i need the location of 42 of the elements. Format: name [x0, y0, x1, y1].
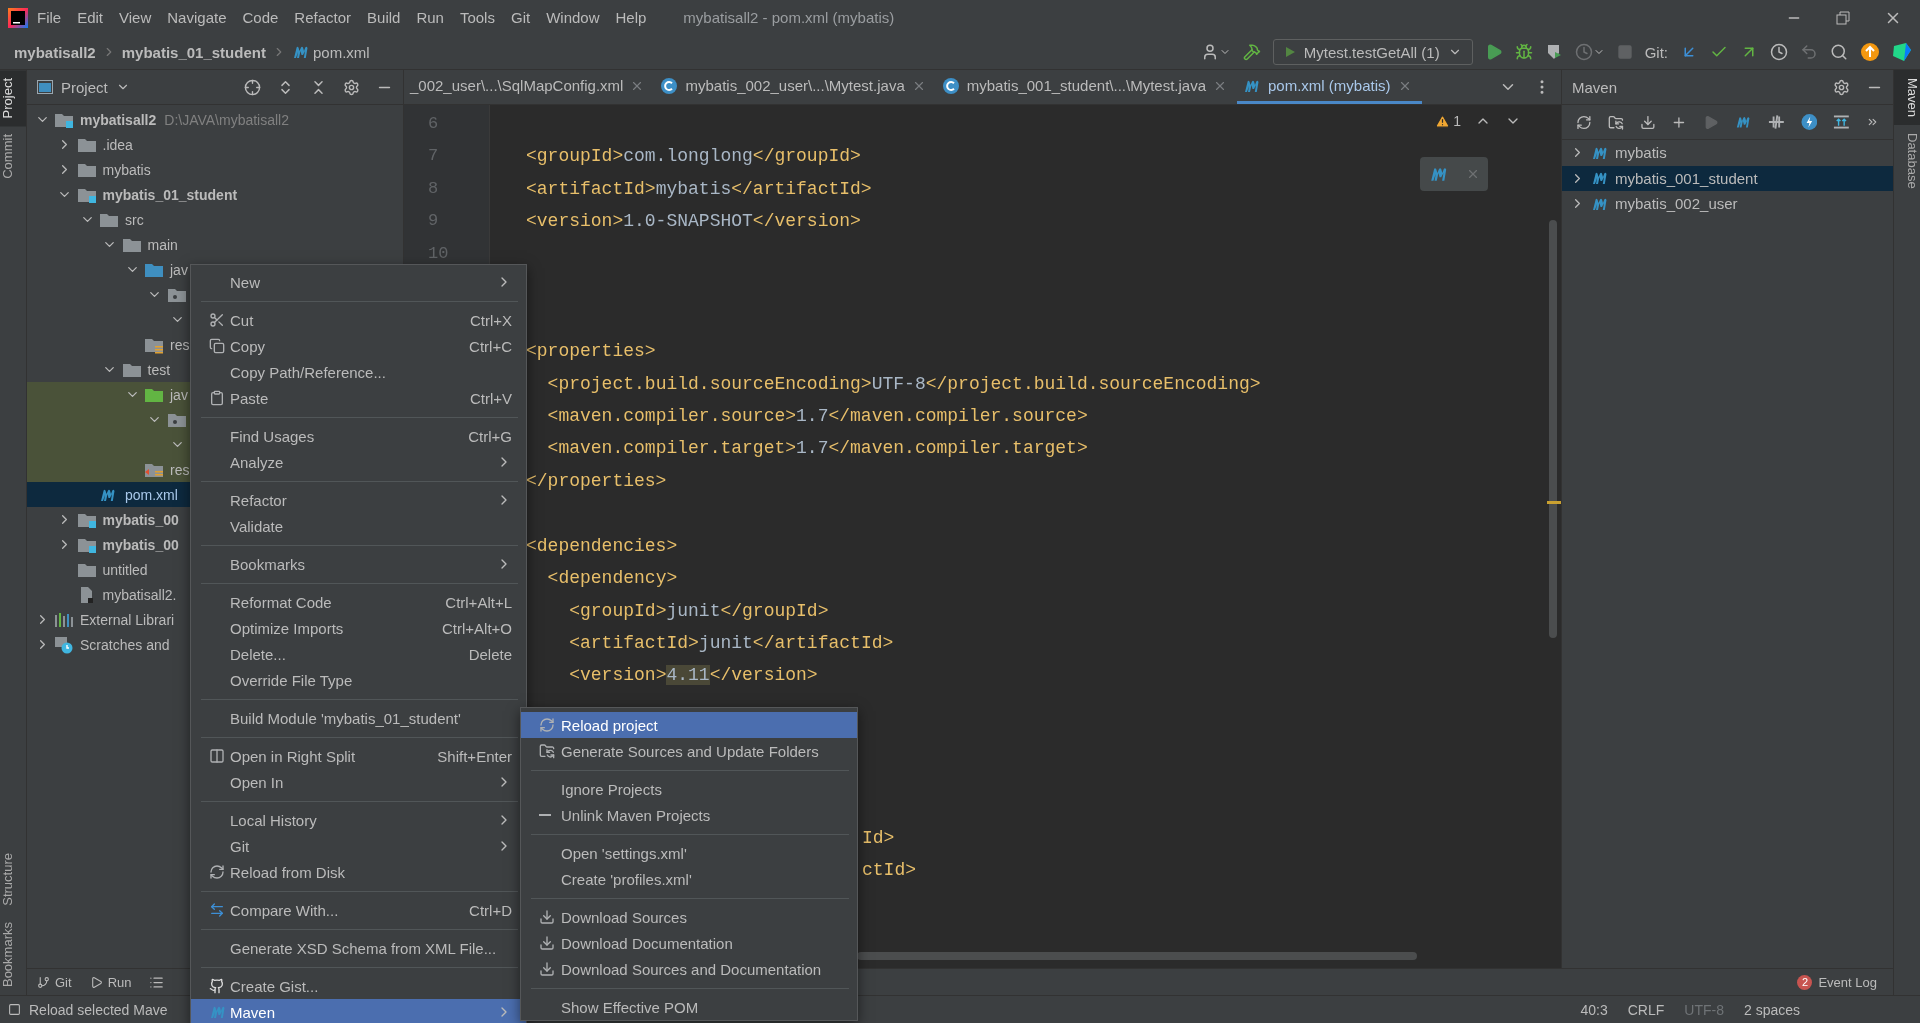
code-line: <maven.compiler.source>1.7</maven.compiler.source> — [546, 404, 1088, 428]
window-title: mybatisall2 - pom.xml (mybatis) — [683, 9, 895, 26]
tree-item-label: res — [170, 336, 190, 353]
tree-item-label: jav — [170, 261, 188, 278]
tree-item-label: Scratches and — [80, 636, 170, 653]
panel-title: Maven — [1572, 78, 1618, 96]
tree-item-label: mybatis — [1615, 144, 1667, 162]
tree-item-label: mybatisall2. — [102, 586, 177, 603]
code-fragment: Id> — [862, 827, 895, 848]
tree-item-label: mybatis_01_student — [102, 186, 238, 203]
code-fragment: ctId> — [862, 860, 916, 881]
code-line: <dependency> — [546, 567, 678, 591]
code-line: </properties> — [526, 469, 667, 493]
tree-item-label: mybatis_00 — [102, 511, 179, 528]
code-line: <groupId>com.longlong</groupId> — [526, 145, 861, 169]
code-line: <version>1.0-SNAPSHOT</version> — [526, 210, 861, 234]
tree-item-label: External Librari — [80, 611, 175, 628]
code-line: <artifactId>mybatis</artifactId> — [526, 177, 872, 201]
code-line: <version>4.11</version> — [568, 664, 818, 688]
tree-item-label: src — [125, 211, 144, 228]
code-line: <properties> — [526, 340, 656, 364]
tree-item-label: mybatis_001_student — [1615, 169, 1758, 187]
tree-item-label: pom.xml — [125, 486, 178, 503]
tree-item-label: jav — [170, 386, 188, 403]
tree-item-label: test — [147, 361, 171, 378]
path-label: D:\JAVA\mybatisall2 — [164, 111, 289, 128]
code-line: <dependencies> — [526, 534, 678, 558]
tree-item-label: mybatis — [102, 161, 151, 178]
tree-item-label: .idea — [102, 136, 133, 153]
code-line: <project.build.sourceEncoding>UTF-8</project.build.sourceEncoding> — [546, 372, 1261, 396]
warning-count: 1 — [1435, 113, 1461, 129]
tree-item-label: untitled — [102, 561, 148, 578]
code-line: <groupId>junit</groupId> — [568, 599, 829, 623]
tree-item-label: main — [147, 236, 178, 253]
tree-item-label: res — [170, 461, 190, 478]
tree-item-label: mybatis_00 — [102, 536, 179, 553]
tree-item-label: mybatisall2 — [80, 111, 157, 128]
code-line: <artifactId>junit</artifactId> — [568, 632, 894, 655]
tree-item-label: mybatis_002_user — [1615, 195, 1738, 213]
status-message: Reload selected Mave — [29, 1001, 168, 1018]
git-label: Git: — [1644, 43, 1668, 61]
code-line: <maven.compiler.target>1.7</maven.compiler.target> — [546, 437, 1088, 461]
